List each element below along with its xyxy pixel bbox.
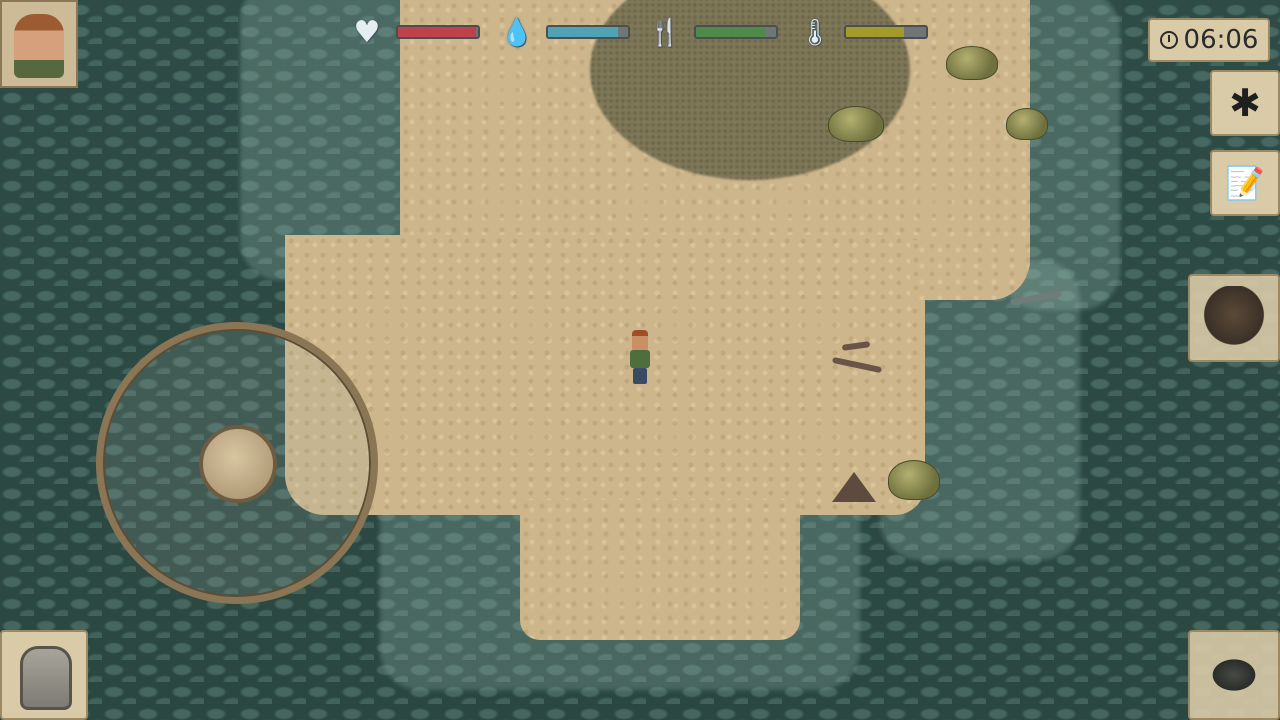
character-face [14,14,64,78]
thermometer-icon: 🌡 [798,18,832,48]
health-bar-fill [398,27,477,37]
joystick-knob[interactable] [199,425,277,503]
fork-knife-icon: 🍴 [648,18,682,48]
hunger-bar-fill [696,27,767,37]
inventory-backpack-button[interactable] [0,630,88,720]
journal-button[interactable]: 📝 [1210,150,1280,216]
clock-icon [1159,31,1178,49]
status-bars: ♥ 💧 🍴 🌡 [348,14,938,56]
gear-icon: ✱ [1229,81,1261,125]
settings-button[interactable]: ✱ [1210,70,1280,136]
notebook-icon: 📝 [1225,164,1265,202]
backpack-icon [20,646,72,710]
hud: ♥ 💧 🍴 🌡 06:06 ✱ 📝 [0,0,1280,720]
companion-dog-slot[interactable] [1188,274,1280,362]
temperature-bar [844,25,928,39]
temperature-bar-fill [846,27,904,37]
thirst-bar-fill [548,27,619,37]
equipped-item-icon [1200,642,1268,708]
equipped-item-slot[interactable] [1188,630,1280,720]
hunger-bar [694,25,778,39]
game-clock: 06:06 [1148,18,1270,62]
clock-time: 06:06 [1183,25,1259,55]
health-bar [396,25,480,39]
water-drop-icon: 💧 [500,18,534,48]
character-portrait-button[interactable] [0,0,78,88]
thirst-bar [546,25,630,39]
movement-joystick[interactable] [96,322,378,604]
dog-icon [1200,286,1268,350]
heart-icon: ♥ [353,15,381,50]
